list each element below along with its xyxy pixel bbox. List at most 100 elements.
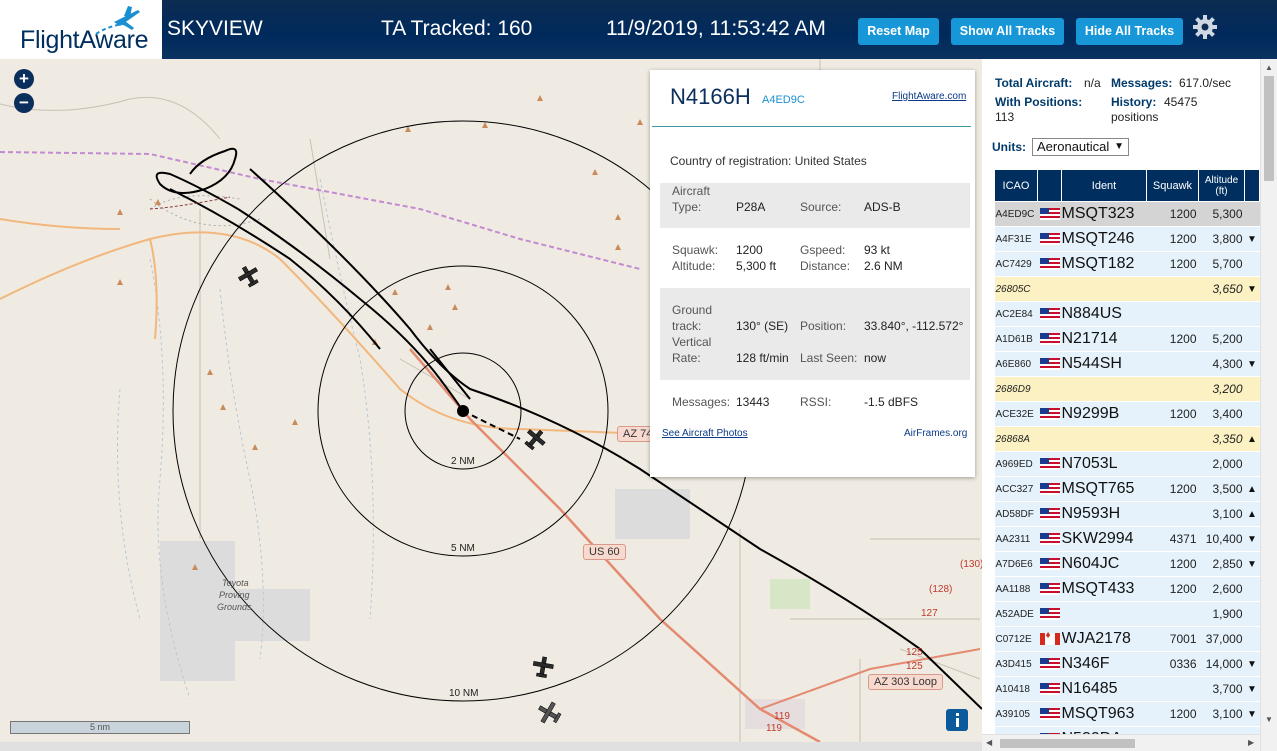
cell-flag bbox=[1037, 676, 1062, 702]
cell-squawk bbox=[1146, 501, 1199, 527]
table-row[interactable]: C0712E WJA2178700137,000 bbox=[994, 626, 1260, 652]
cell-altitude: 3,400 bbox=[1198, 401, 1245, 427]
cell-icao: C0712E bbox=[994, 626, 1038, 652]
aircraft-panel: Total Aircraft: n/a With Positions: 113 … bbox=[982, 59, 1277, 751]
cell-flag bbox=[1037, 426, 1062, 452]
country-value: United States bbox=[794, 154, 867, 168]
place-label-2: Proving bbox=[219, 590, 250, 600]
table-row[interactable]: AC2E84 N884US bbox=[994, 301, 1260, 327]
cell-trend: ▼ bbox=[1244, 526, 1260, 552]
header-bar: FlightAware SKYVIEW TA Tracked: 160 11/9… bbox=[0, 0, 1277, 59]
cell-flag bbox=[1037, 576, 1062, 602]
cell-trend bbox=[1244, 301, 1260, 327]
cell-ident bbox=[1061, 601, 1147, 627]
reset-map-button[interactable]: Reset Map bbox=[858, 18, 939, 45]
col-header-squawk[interactable]: Squawk bbox=[1146, 169, 1199, 202]
table-row[interactable]: A3D415 N346F 0336 14,000 ▼ bbox=[994, 651, 1260, 677]
cell-squawk: 1200 bbox=[1146, 251, 1199, 277]
aircraft-table: ICAO Ident Squawk Altitude (ft) A4ED9C MS… bbox=[994, 169, 1260, 751]
cell-squawk: 1200 bbox=[1146, 551, 1199, 577]
scroll-down-icon[interactable]: ▼ bbox=[1265, 715, 1273, 724]
table-row[interactable]: ACC327 MSQT765 1200 3,500 ▲ bbox=[994, 476, 1260, 502]
popup-hex[interactable]: A4ED9C bbox=[762, 94, 805, 106]
table-row[interactable]: AA1188 MSQT433 1200 2,600 bbox=[994, 576, 1260, 602]
table-row[interactable]: A1D61B N21714 1200 5,200 bbox=[994, 326, 1260, 352]
table-row[interactable]: A39105 MSQT963 1200 3,100 ▼ bbox=[994, 701, 1260, 727]
cell-squawk: 0336 bbox=[1146, 651, 1199, 677]
cell-squawk bbox=[1146, 426, 1199, 452]
cell-ident: N884US bbox=[1061, 301, 1147, 327]
col-header-flag[interactable] bbox=[1037, 169, 1062, 202]
horizontal-scrollbar[interactable]: ◀ ▶ bbox=[982, 734, 1260, 751]
cell-trend bbox=[1244, 601, 1260, 627]
zoom-in-button[interactable]: + bbox=[14, 69, 34, 89]
us-flag-icon bbox=[1039, 507, 1060, 520]
col-header-ident[interactable]: Ident bbox=[1061, 169, 1147, 202]
table-row[interactable]: ACE32E N9299B 1200 3,400 bbox=[994, 401, 1260, 427]
scroll-left-icon[interactable]: ◀ bbox=[986, 738, 992, 747]
col-header-altitude-2: (ft) bbox=[1215, 185, 1228, 197]
position-value: 33.840°, -112.572° bbox=[864, 319, 964, 333]
horizontal-scroll-thumb[interactable] bbox=[1000, 739, 1135, 748]
table-row[interactable]: 2686D9 3,200 bbox=[994, 376, 1260, 402]
cell-trend bbox=[1244, 401, 1260, 427]
cell-ident: N544SH bbox=[1061, 351, 1147, 377]
cell-altitude: 3,200 bbox=[1198, 376, 1245, 402]
cell-ident bbox=[1061, 376, 1147, 402]
cell-flag bbox=[1037, 526, 1062, 552]
col-header-trend[interactable] bbox=[1244, 169, 1260, 202]
gspeed-value: 93 kt bbox=[864, 243, 891, 257]
cell-ident: MSQT963 bbox=[1061, 701, 1147, 727]
source-label: Source: bbox=[800, 200, 842, 214]
info-icon[interactable] bbox=[946, 709, 968, 731]
table-row[interactable]: A969ED N7053L 2,000 bbox=[994, 451, 1260, 477]
cell-icao: A39105 bbox=[994, 701, 1038, 727]
table-row[interactable]: A4ED9C MSQT323 1200 5,300 bbox=[994, 201, 1260, 227]
distance-label: Distance: bbox=[800, 259, 851, 273]
aircraft-photos-link[interactable]: See Aircraft Photos bbox=[662, 428, 748, 439]
vertical-scroll-thumb[interactable] bbox=[1264, 76, 1274, 181]
road-label-125a: 125 bbox=[906, 647, 923, 658]
col-header-altitude[interactable]: Altitude (ft) bbox=[1198, 169, 1245, 202]
cell-squawk bbox=[1146, 601, 1199, 627]
scroll-up-icon[interactable]: ▲ bbox=[1265, 63, 1273, 72]
cell-altitude: 5,300 bbox=[1198, 201, 1245, 227]
place-label-1: Toyota bbox=[222, 578, 249, 588]
vertical-scrollbar[interactable]: ▲ ▼ bbox=[1260, 59, 1277, 751]
table-row[interactable]: 26805C 3,650 ▼ bbox=[994, 276, 1260, 302]
gear-icon[interactable] bbox=[1192, 14, 1218, 40]
cell-ident: N21714 bbox=[1061, 326, 1147, 352]
flightaware-logo[interactable]: FlightAware bbox=[0, 0, 162, 59]
us-flag-icon bbox=[1039, 357, 1060, 370]
table-row[interactable]: AA2311 SKW2994 4371 10,400 ▼ bbox=[994, 526, 1260, 552]
cell-icao: AD58DF bbox=[994, 501, 1038, 527]
cell-trend bbox=[1244, 376, 1260, 402]
table-row[interactable]: A10418 N16485 3,700 ▼ bbox=[994, 676, 1260, 702]
history-label: History: bbox=[1111, 95, 1157, 109]
dropdown-arrow-icon: ▼ bbox=[1114, 141, 1124, 152]
table-row[interactable]: A7D6E6 N604JC 1200 2,850 ▼ bbox=[994, 551, 1260, 577]
aircraft-type-label-1: Aircraft bbox=[672, 184, 711, 198]
zoom-out-button[interactable]: − bbox=[14, 93, 34, 113]
cell-altitude: 3,100 bbox=[1198, 701, 1245, 727]
cell-ident: N9593H bbox=[1061, 501, 1147, 527]
cell-altitude: 3,650 bbox=[1198, 276, 1245, 302]
table-row[interactable]: A52ADE 1,900 bbox=[994, 601, 1260, 627]
flightaware-link[interactable]: FlightAware.com bbox=[892, 91, 966, 102]
cell-squawk: 4371 bbox=[1146, 526, 1199, 552]
table-row[interactable]: A6E860 N544SH 4,300 ▼ bbox=[994, 351, 1260, 377]
cell-squawk bbox=[1146, 676, 1199, 702]
popup-divider bbox=[652, 126, 971, 127]
scroll-right-icon[interactable]: ▶ bbox=[1248, 738, 1254, 747]
col-header-icao[interactable]: ICAO bbox=[994, 169, 1038, 202]
show-all-tracks-button[interactable]: Show All Tracks bbox=[951, 18, 1064, 45]
us-flag-icon bbox=[1039, 257, 1060, 270]
table-row[interactable]: AC7429 MSQT182 1200 5,700 bbox=[994, 251, 1260, 277]
cell-flag bbox=[1037, 651, 1062, 677]
table-row[interactable]: 26868A 3,350 ▲ bbox=[994, 426, 1260, 452]
units-select[interactable]: Aeronautical ▼ bbox=[1032, 138, 1129, 156]
airframes-link[interactable]: AirFrames.org bbox=[904, 428, 967, 439]
hide-all-tracks-button[interactable]: Hide All Tracks bbox=[1076, 18, 1183, 45]
table-row[interactable]: A4F31E MSQT246 1200 3,800 ▼ bbox=[994, 226, 1260, 252]
table-row[interactable]: AD58DF N9593H 3,100 ▲ bbox=[994, 501, 1260, 527]
